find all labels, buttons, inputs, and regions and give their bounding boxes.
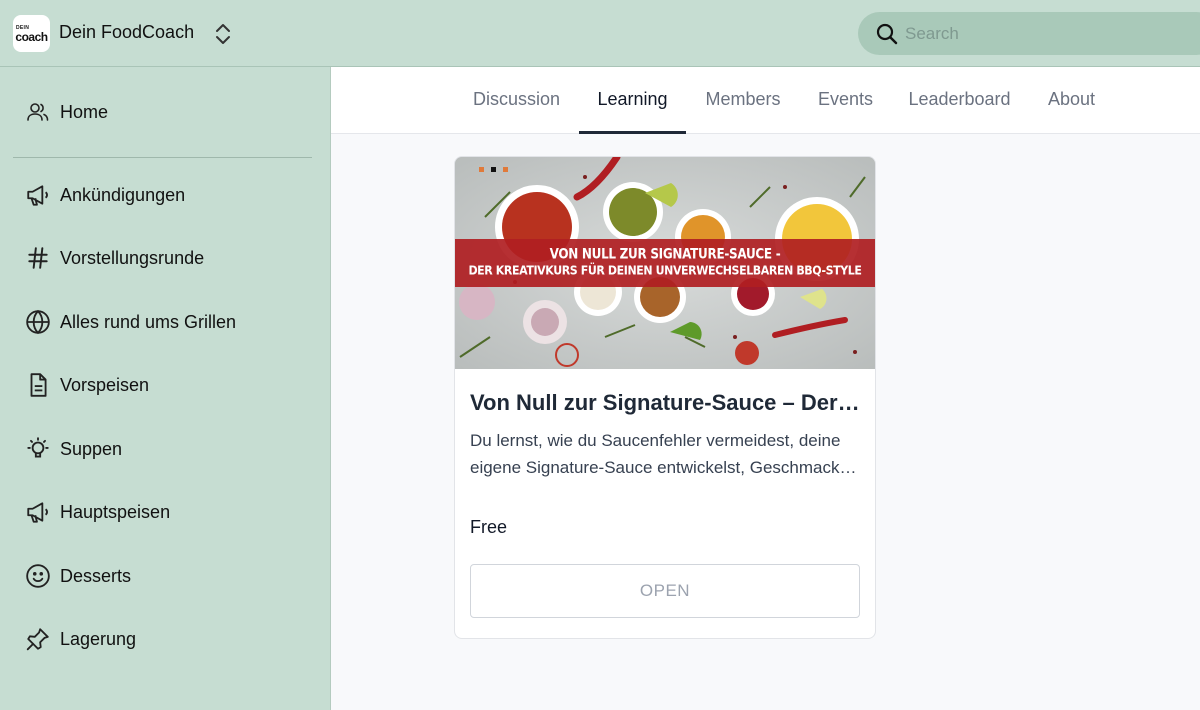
- sidebar-item-desserts[interactable]: Desserts: [24, 558, 131, 594]
- megaphone-icon: [24, 181, 52, 209]
- course-banner-image[interactable]: VON NULL ZUR SIGNATURE-SAUCE - DER KREAT…: [455, 157, 875, 369]
- tab-about[interactable]: About: [1047, 67, 1096, 134]
- logo-text: coach: [15, 29, 48, 44]
- document-icon: [24, 371, 52, 399]
- sidebar-item-suppen[interactable]: Suppen: [24, 431, 122, 467]
- tab-members[interactable]: Members: [704, 67, 782, 134]
- sidebar-item-hauptspeisen[interactable]: Hauptspeisen: [24, 494, 170, 530]
- tab-events[interactable]: Events: [818, 67, 873, 134]
- megaphone-icon: [24, 498, 52, 526]
- banner-title-line2: DER KREATIVKURS FÜR DEINEN UNVERWECHSELB…: [468, 263, 862, 278]
- sidebar-item-vorstellungsrunde[interactable]: Vorstellungsrunde: [24, 240, 204, 276]
- tab-bar: Discussion Learning Members Events Leade…: [331, 67, 1200, 134]
- sidebar-item-label: Suppen: [60, 438, 123, 459]
- sidebar: Home Ankündigungen Vorstellungsrunde All…: [0, 67, 331, 710]
- chevron-up-down-icon: [216, 24, 230, 44]
- sidebar-divider: [13, 157, 312, 158]
- sidebar-item-ankuendigungen[interactable]: Ankündigungen: [24, 177, 185, 213]
- course-card[interactable]: VON NULL ZUR SIGNATURE-SAUCE - DER KREAT…: [454, 156, 876, 639]
- tab-discussion[interactable]: Discussion: [472, 67, 561, 134]
- sidebar-item-label: Ankündigungen: [60, 184, 186, 205]
- sidebar-item-label: Vorspeisen: [60, 374, 150, 395]
- smiley-icon: [24, 562, 52, 590]
- course-price: Free: [470, 517, 508, 537]
- search-icon: [876, 23, 898, 45]
- search-input[interactable]: [905, 20, 1185, 47]
- users-icon: [24, 98, 52, 126]
- tab-leaderboard[interactable]: Leaderboard: [908, 67, 1011, 134]
- sidebar-item-vorspeisen[interactable]: Vorspeisen: [24, 367, 149, 403]
- community-switcher[interactable]: [212, 21, 234, 47]
- tab-learning[interactable]: Learning: [579, 67, 686, 134]
- sidebar-item-label: Alles rund ums Grillen: [60, 311, 237, 332]
- open-course-button[interactable]: OPEN: [470, 564, 860, 618]
- sidebar-item-label: Home: [60, 101, 109, 122]
- sidebar-item-lagerung[interactable]: Lagerung: [24, 621, 136, 657]
- globe-icon: [24, 308, 52, 336]
- course-description: Du lernst, wie du Saucenfehler vermeides…: [470, 431, 841, 477]
- app-logo[interactable]: DEIN coach: [13, 15, 50, 52]
- search-bar[interactable]: [858, 12, 1200, 55]
- sidebar-item-label: Lagerung: [60, 628, 137, 649]
- top-bar: DEIN coach Dein FoodCoach: [0, 0, 1200, 67]
- sidebar-item-grillen[interactable]: Alles rund ums Grillen: [24, 304, 236, 340]
- hashtag-icon: [24, 244, 52, 272]
- sidebar-item-label: Hauptspeisen: [60, 501, 171, 522]
- lightbulb-icon: [24, 435, 52, 463]
- app-title[interactable]: Dein FoodCoach: [59, 22, 194, 43]
- pin-icon: [24, 625, 52, 653]
- sidebar-item-label: Desserts: [60, 565, 132, 586]
- sidebar-item-home[interactable]: Home: [24, 94, 108, 130]
- course-title[interactable]: Von Null zur Signature-Sauce – Der Kreat…: [470, 390, 862, 416]
- sidebar-item-label: Vorstellungsrunde: [60, 247, 205, 268]
- banner-title-line1: VON NULL ZUR SIGNATURE-SAUCE -: [549, 245, 781, 263]
